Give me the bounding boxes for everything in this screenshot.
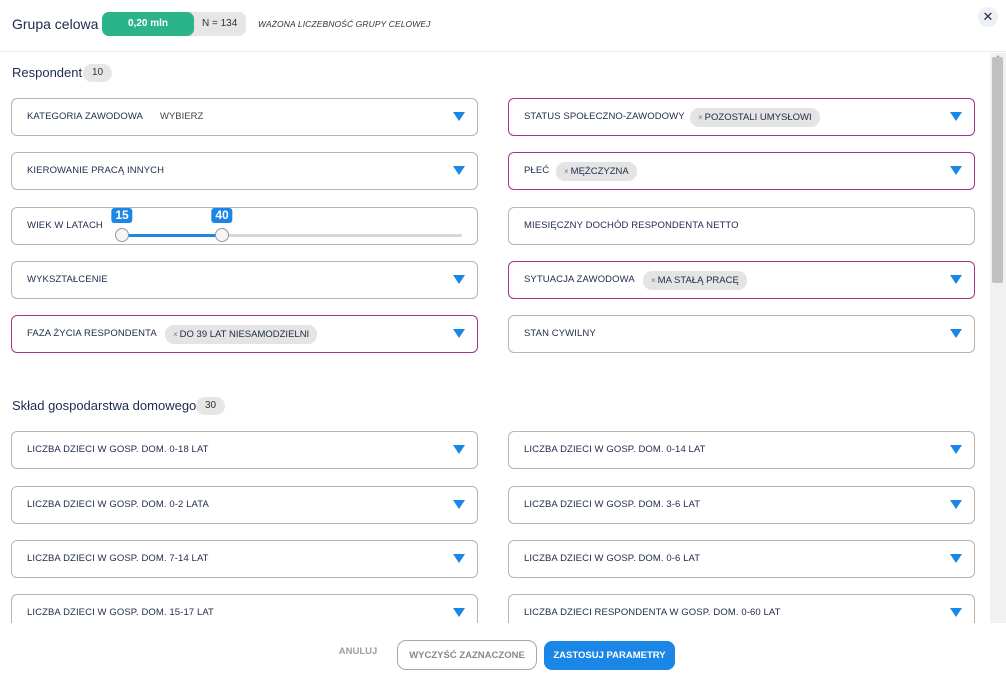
close-button[interactable]: ✕ [978, 7, 998, 27]
field-status-spoleczno-zawodowy[interactable]: STATUS SPOŁECZNO-ZAWODOWY × POZOSTALI UMY… [508, 98, 975, 136]
caret-down-icon [453, 329, 465, 338]
caret-down-icon [950, 445, 962, 454]
field-plec[interactable]: PŁEĆ × MĘŻCZYZNA [508, 152, 975, 190]
selected-chip[interactable]: × POZOSTALI UMYSŁOWI [690, 108, 820, 127]
field-label: LICZBA DZIECI W GOSP. DOM. 0-18 LAT [27, 444, 209, 455]
field-label: LICZBA DZIECI W GOSP. DOM. 0-2 LATA [27, 499, 209, 510]
field-household-0[interactable]: LICZBA DZIECI W GOSP. DOM. 0-18 LAT [11, 431, 478, 469]
caret-down-icon [950, 500, 962, 509]
age-slider-max-handle[interactable] [215, 228, 229, 242]
field-faza-zycia[interactable]: FAZA ŻYCIA RESPONDENTA × DO 39 LAT NIESAM… [11, 315, 478, 353]
population-summary: 0,20 mln osób N = 134 [102, 12, 247, 53]
section-title-respondent: Respondent [12, 65, 83, 80]
field-label: MIESIĘCZNY DOCHÓD RESPONDENTA NETTO [524, 220, 739, 231]
remove-chip-icon[interactable]: × [698, 113, 703, 122]
field-sytuacja-zawodowa[interactable]: SYTUACJA ZAWODOWA × MA STAŁĄ PRACĘ [508, 261, 975, 299]
chip-label: DO 39 LAT NIESAMODZIELNI [179, 329, 310, 340]
age-slider-min-handle[interactable] [115, 228, 129, 242]
scrollbar[interactable] [990, 53, 1006, 623]
sample-size-badge: N = 134 [202, 18, 238, 29]
close-icon: ✕ [982, 9, 994, 24]
field-label: LICZBA DZIECI W GOSP. DOM. 0-6 LAT [524, 553, 701, 564]
field-stan-cywilny[interactable]: STAN CYWILNY [508, 315, 975, 353]
field-placeholder: WYBIERZ [160, 111, 204, 122]
caret-down-icon [950, 329, 962, 338]
field-label: WYKSZTAŁCENIE [27, 274, 108, 285]
caret-down-icon [950, 554, 962, 563]
age-slider-track[interactable]: 15 40 [111, 208, 462, 242]
field-household-5[interactable]: LICZBA DZIECI W GOSP. DOM. 0-6 LAT [508, 540, 975, 578]
header-title: Grupa celowa [12, 16, 99, 32]
age-min-value: 15 [111, 208, 133, 223]
caret-down-icon [950, 275, 962, 284]
field-label: LICZBA DZIECI RESPONDENTA W GOSP. DOM. 0… [524, 607, 781, 618]
clear-selected-button[interactable]: WYCZYŚĆ ZAZNACZONE [397, 640, 537, 670]
remove-chip-icon[interactable]: × [564, 167, 569, 176]
caret-down-icon [950, 112, 962, 121]
field-label: LICZBA DZIECI W GOSP. DOM. 15-17 LAT [27, 607, 214, 618]
age-max-value: 40 [211, 208, 233, 223]
field-label: KATEGORIA ZAWODOWA [27, 111, 143, 122]
modal-footer: ANULUJ WYCZYŚĆ ZAZNACZONE ZASTOSUJ PARAM… [0, 623, 1006, 680]
modal-header: Grupa celowa 0,20 mln osób N = 134 WAŻON… [0, 0, 1006, 53]
field-label: LICZBA DZIECI W GOSP. DOM. 7-14 LAT [27, 553, 209, 564]
filter-content: Respondent 10 KATEGORIA ZAWODOWA WYBIERZ… [0, 53, 990, 623]
chip-label: MĘŻCZYZNA [570, 166, 629, 177]
selected-chip[interactable]: × MĘŻCZYZNA [556, 162, 637, 181]
field-household-1[interactable]: LICZBA DZIECI W GOSP. DOM. 0-14 LAT [508, 431, 975, 469]
remove-chip-icon[interactable]: × [651, 276, 656, 285]
caret-down-icon [453, 275, 465, 284]
selected-chip[interactable]: × DO 39 LAT NIESAMODZIELNI [165, 325, 318, 344]
caret-down-icon [453, 445, 465, 454]
field-label: LICZBA DZIECI W GOSP. DOM. 3-6 LAT [524, 499, 701, 510]
caret-down-icon [453, 112, 465, 121]
field-label: FAZA ŻYCIA RESPONDENTA [27, 328, 157, 339]
field-miesieczny-dochod[interactable]: MIESIĘCZNY DOCHÓD RESPONDENTA NETTO [508, 207, 975, 245]
cancel-button[interactable]: ANULUJ [332, 646, 384, 657]
field-household-4[interactable]: LICZBA DZIECI W GOSP. DOM. 7-14 LAT [11, 540, 478, 578]
selected-chip[interactable]: × MA STAŁĄ PRACĘ [643, 271, 747, 290]
field-kierowanie-praca[interactable]: KIEROWANIE PRACĄ INNYCH [11, 152, 478, 190]
scrollbar-thumb[interactable] [992, 57, 1003, 283]
weighted-label: WAŻONA LICZEBNOŚĆ GRUPY CELOWEJ [258, 19, 431, 29]
remove-chip-icon[interactable]: × [173, 330, 178, 339]
caret-down-icon [453, 500, 465, 509]
field-household-2[interactable]: LICZBA DZIECI W GOSP. DOM. 0-2 LATA [11, 486, 478, 524]
age-slider-fill [122, 234, 222, 237]
field-wyksztalcenie[interactable]: WYKSZTAŁCENIE [11, 261, 478, 299]
field-label: WIEK W LATACH [27, 220, 103, 231]
household-count-badge: 30 [196, 397, 226, 415]
field-label: STAN CYWILNY [524, 328, 596, 339]
chip-label: MA STAŁĄ PRACĘ [657, 275, 739, 286]
field-label: KIEROWANIE PRACĄ INNYCH [27, 165, 165, 176]
caret-down-icon [950, 608, 962, 617]
field-household-7[interactable]: LICZBA DZIECI RESPONDENTA W GOSP. DOM. 0… [508, 594, 975, 623]
caret-down-icon [950, 166, 962, 175]
field-household-3[interactable]: LICZBA DZIECI W GOSP. DOM. 3-6 LAT [508, 486, 975, 524]
caret-down-icon [453, 166, 465, 175]
apply-parameters-button[interactable]: ZASTOSUJ PARAMETRY [544, 641, 675, 670]
field-label: LICZBA DZIECI W GOSP. DOM. 0-14 LAT [524, 444, 706, 455]
field-label: PŁEĆ [524, 165, 550, 176]
section-title-household: Skład gospodarstwa domowego [12, 398, 197, 413]
chip-label: POZOSTALI UMYSŁOWI [704, 112, 812, 123]
field-label: STATUS SPOŁECZNO-ZAWODOWY [524, 111, 685, 122]
population-badge: 0,20 mln osób [102, 12, 194, 53]
field-label: SYTUACJA ZAWODOWA [524, 274, 635, 285]
field-wiek-w-latach[interactable]: WIEK W LATACH 15 40 [11, 207, 478, 245]
field-kategoria-zawodowa[interactable]: KATEGORIA ZAWODOWA WYBIERZ [11, 98, 478, 136]
field-household-6[interactable]: LICZBA DZIECI W GOSP. DOM. 15-17 LAT [11, 594, 478, 623]
caret-down-icon [453, 608, 465, 617]
caret-down-icon [453, 554, 465, 563]
respondent-count-badge: 10 [83, 64, 113, 82]
